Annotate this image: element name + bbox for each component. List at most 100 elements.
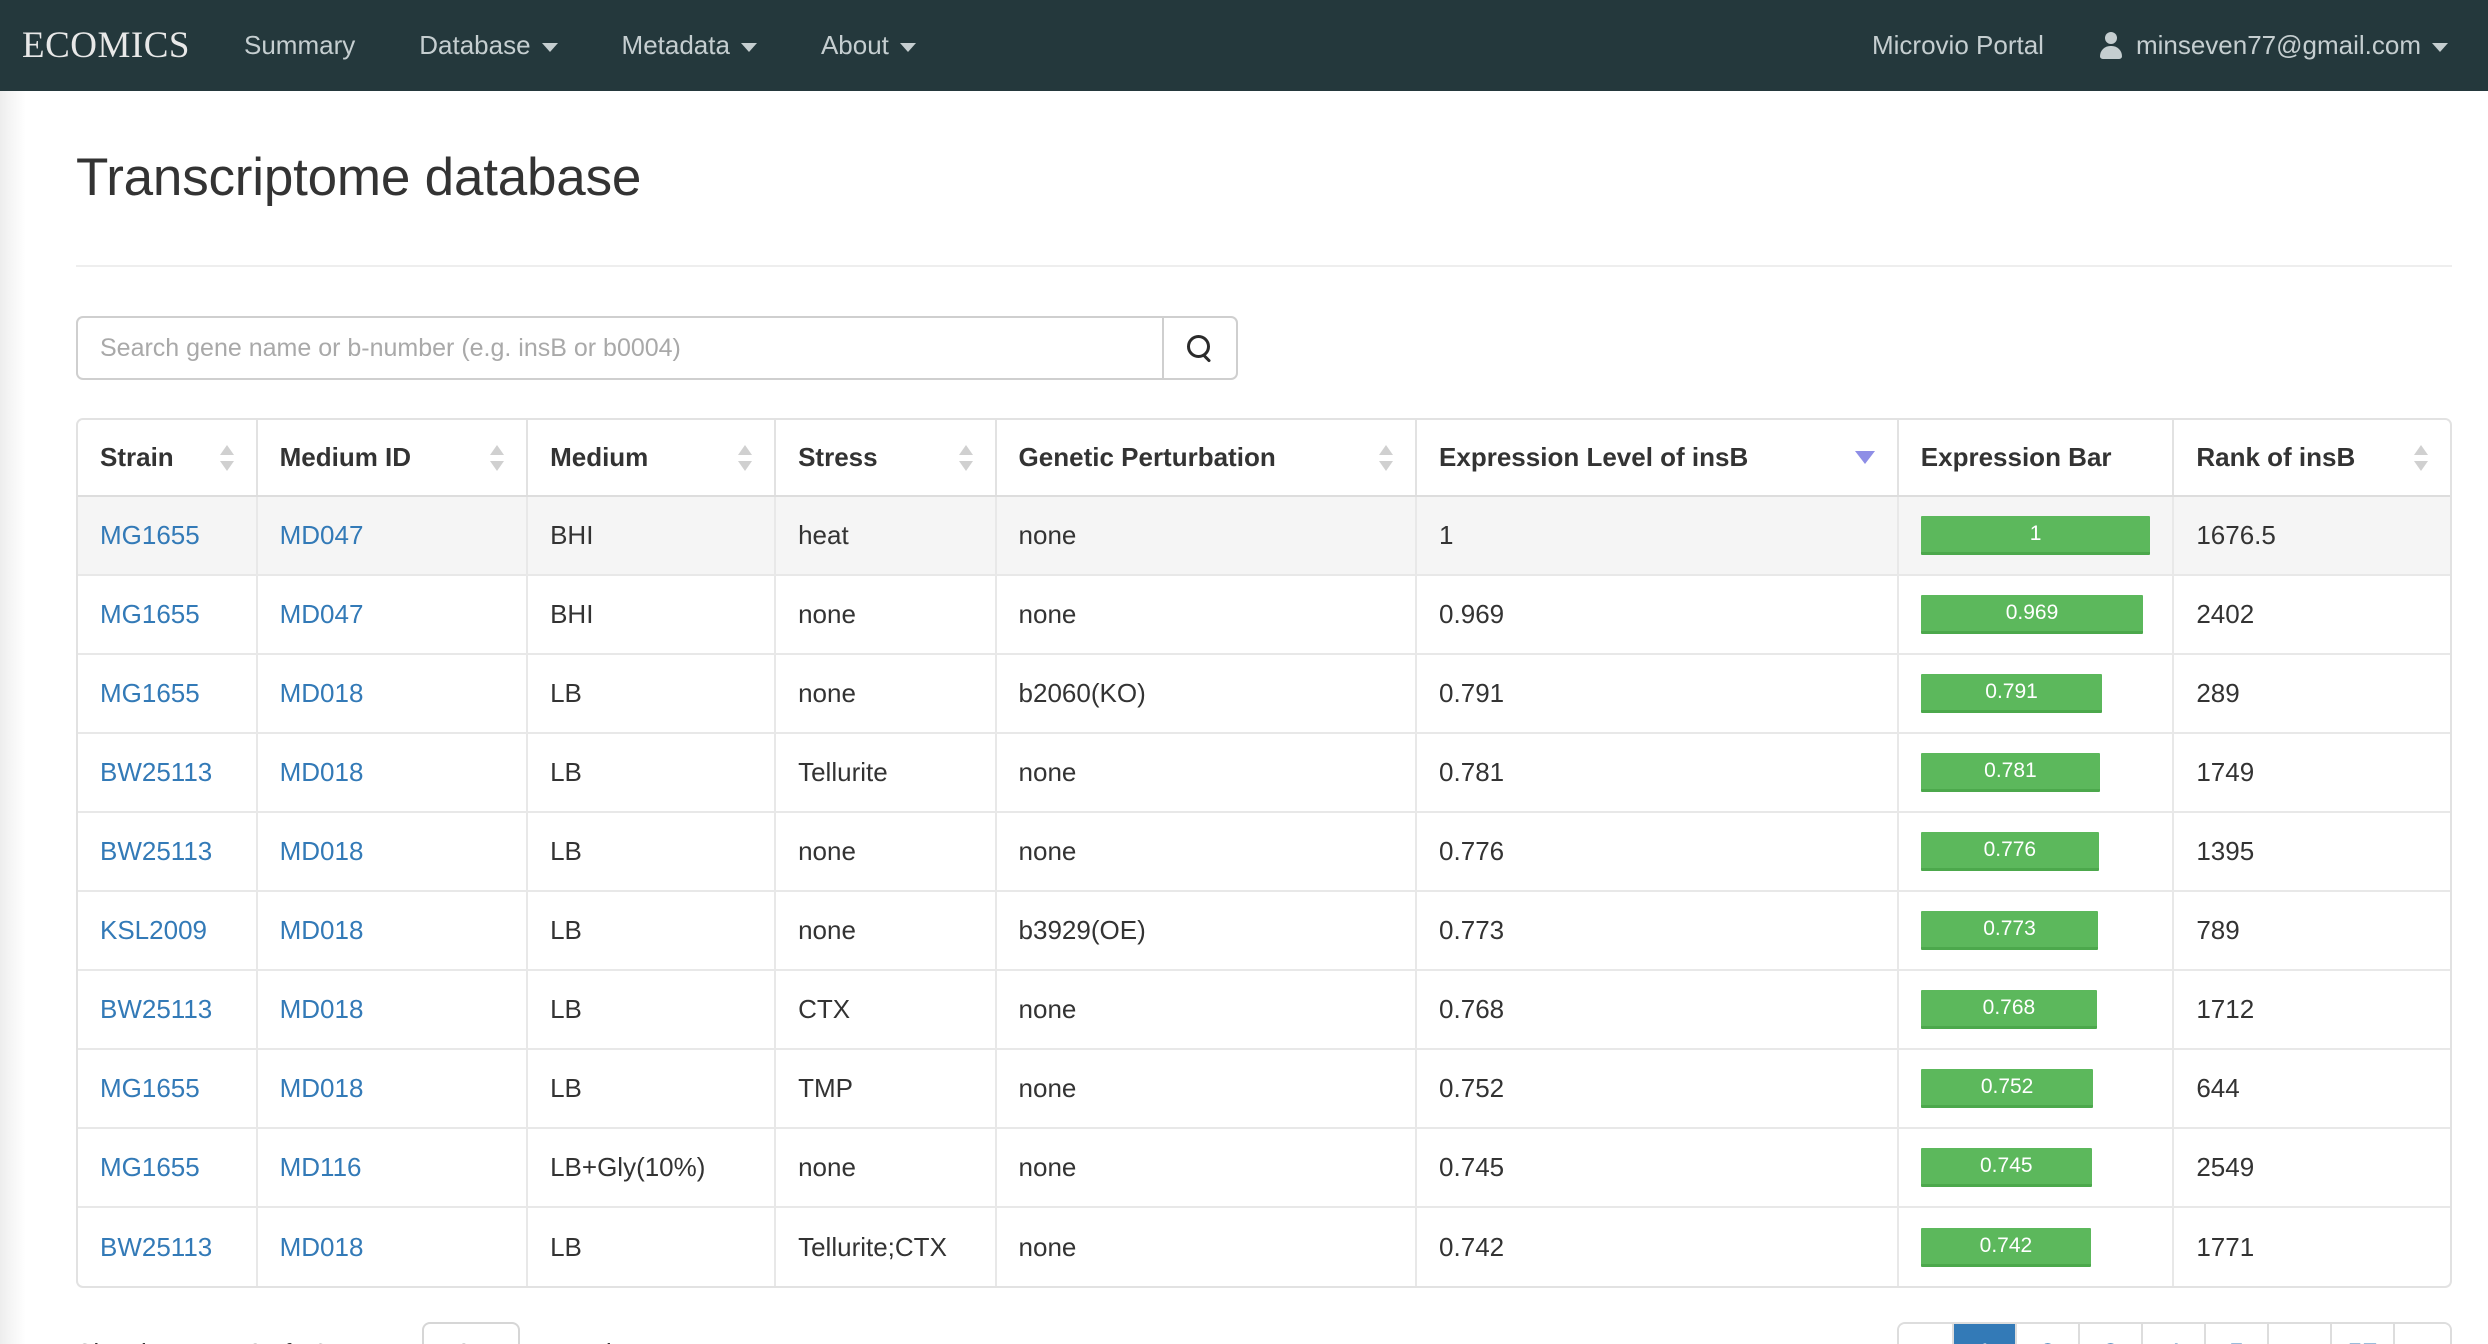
nav-item-microvio-portal[interactable]: Microvio Portal (1844, 0, 2072, 91)
cell-genetic-perturbation-value: b2060(KO) (1018, 678, 1146, 708)
cell-medium-id-value[interactable]: MD018 (280, 915, 364, 945)
table-row: MG1655 MD116 LB+Gly(10%) none none 0.745 0.745… (78, 1128, 2450, 1208)
cell-stress-value: none (798, 836, 856, 866)
brand-logo[interactable]: ECOMICS (22, 0, 212, 91)
cell-strain[interactable]: MG1655 (78, 496, 258, 576)
user-menu[interactable]: minseven77@gmail.com (2072, 30, 2460, 61)
cell-strain-value[interactable]: BW25113 (100, 757, 212, 787)
nav-item-database[interactable]: Database (387, 0, 589, 91)
cell-strain[interactable]: MG1655 (78, 575, 258, 655)
pagination-next-button[interactable]: › (2395, 1324, 2450, 1344)
cell-medium-id[interactable]: MD116 (256, 1128, 529, 1208)
pagination-page-5[interactable]: 5 (2206, 1324, 2269, 1344)
column-header-medium-id[interactable]: Medium ID (256, 420, 529, 497)
cell-strain-value[interactable]: KSL2009 (100, 915, 207, 945)
cell-medium-id-value[interactable]: MD018 (280, 678, 364, 708)
search-button[interactable] (1162, 316, 1238, 380)
cell-strain[interactable]: KSL2009 (78, 891, 258, 971)
showing-rows-label: Showing 1 to 10 of 567 rows (76, 1338, 404, 1344)
cell-medium-id[interactable]: MD018 (256, 1207, 529, 1286)
nav-item-summary[interactable]: Summary (212, 0, 387, 91)
cell-stress: CTX (775, 970, 997, 1050)
cell-genetic-perturbation-value: none (1018, 1231, 1077, 1262)
cell-genetic-perturbation: none (995, 812, 1418, 892)
column-header-genetic-perturbation[interactable]: Genetic Perturbation (995, 420, 1418, 497)
cell-rank: 1749 (2173, 733, 2450, 813)
cell-medium-id-value[interactable]: MD018 (280, 757, 364, 787)
cell-expression-bar: 0.752 (1897, 1049, 2175, 1129)
cell-expression-level-value: 0.781 (1439, 757, 1505, 787)
pagination-prev-button[interactable]: ‹ (1899, 1324, 1954, 1344)
cell-medium-value: BHI (550, 599, 594, 629)
cell-genetic-perturbation: none (995, 1049, 1418, 1129)
transcriptome-table: Strain Medium ID Medium Stress Genetic Pertu… (78, 420, 2450, 1286)
cell-medium-id-value[interactable]: MD047 (280, 520, 364, 550)
nav-item-about[interactable]: About (789, 0, 948, 91)
cell-strain[interactable]: BW25113 (78, 812, 258, 892)
cell-genetic-perturbation: b3929(OE) (995, 891, 1418, 971)
cell-medium-id[interactable]: MD018 (256, 733, 529, 813)
cell-medium-id[interactable]: MD018 (256, 970, 529, 1050)
column-header-medium[interactable]: Medium (527, 420, 777, 497)
cell-medium-id[interactable]: MD018 (256, 654, 529, 734)
column-header-stress[interactable]: Stress (775, 420, 997, 497)
cell-strain-value[interactable]: MG1655 (100, 599, 200, 629)
nav-item-metadata[interactable]: Metadata (590, 0, 789, 91)
cell-rank-value: 789 (2196, 915, 2240, 945)
cell-medium-id-value[interactable]: MD018 (280, 994, 364, 1024)
table-head: Strain Medium ID Medium Stress Genetic Pertu… (78, 420, 2450, 497)
cell-medium-id[interactable]: MD047 (256, 496, 529, 576)
cell-strain[interactable]: BW25113 (78, 1207, 258, 1286)
cell-strain-value[interactable]: MG1655 (100, 520, 200, 550)
cell-expression-bar: 0.776 (1897, 812, 2175, 892)
column-header-label: Expression Bar (1920, 442, 2112, 472)
cell-strain-value[interactable]: BW25113 (100, 1232, 212, 1262)
cell-medium-id[interactable]: MD047 (256, 575, 529, 655)
cell-medium-id-value[interactable]: MD116 (280, 1152, 362, 1182)
cell-strain[interactable]: MG1655 (78, 1128, 258, 1208)
cell-medium-id-value[interactable]: MD018 (280, 836, 364, 866)
column-header-expression-level-of-insb[interactable]: Expression Level of insB (1416, 420, 1899, 497)
cell-medium-value: LB (550, 994, 582, 1024)
cell-strain[interactable]: MG1655 (78, 654, 258, 734)
search-input[interactable] (76, 316, 1162, 380)
cell-rank: 1676.5 (2173, 496, 2450, 576)
cell-medium-id-value[interactable]: MD018 (280, 1232, 364, 1262)
cell-strain-value[interactable]: MG1655 (100, 678, 200, 708)
cell-strain-value[interactable]: BW25113 (100, 836, 212, 866)
cell-medium-id-value[interactable]: MD018 (280, 1073, 364, 1103)
cell-expression-level: 0.969 (1416, 575, 1899, 655)
cell-rank: 1395 (2173, 812, 2450, 892)
cell-strain[interactable]: BW25113 (78, 733, 258, 813)
pagination-page-2[interactable]: 2 (2017, 1324, 2080, 1344)
cell-medium: LB (527, 812, 777, 892)
cell-expression-level: 0.768 (1416, 970, 1899, 1050)
cell-expression-level: 0.745 (1416, 1128, 1899, 1208)
cell-medium-id[interactable]: MD018 (256, 891, 529, 971)
column-header-rank-of-insb[interactable]: Rank of insB (2173, 420, 2450, 497)
cell-strain[interactable]: MG1655 (78, 1049, 258, 1129)
pagination-page-57[interactable]: 57 (2332, 1324, 2395, 1344)
pagination-page-4[interactable]: 4 (2143, 1324, 2206, 1344)
cell-expression-level-value: 0.776 (1439, 836, 1505, 866)
cell-strain-value[interactable]: MG1655 (100, 1152, 200, 1182)
expression-bar: 0.791 (1920, 674, 2103, 713)
cell-strain-value[interactable]: BW25113 (100, 994, 212, 1024)
cell-medium-id-value[interactable]: MD047 (280, 599, 364, 629)
pagination-page-3[interactable]: 3 (2080, 1324, 2143, 1344)
pagination-page-1[interactable]: 1 (1954, 1324, 2017, 1344)
column-header-strain[interactable]: Strain (78, 420, 258, 497)
cell-genetic-perturbation-value: none (1018, 1152, 1077, 1182)
search-icon (1187, 335, 1213, 361)
page-size-dropdown[interactable]: 10 (422, 1322, 521, 1344)
cell-expression-level-value: 0.745 (1439, 1152, 1505, 1182)
nav-item-label: About (820, 30, 889, 60)
cell-medium-value: LB (550, 915, 582, 945)
records-per-page-label: records per page (538, 1338, 735, 1344)
cell-strain-value[interactable]: MG1655 (100, 1073, 200, 1103)
expression-bar: 0.768 (1920, 990, 2098, 1029)
cell-stress-value: CTX (798, 994, 851, 1024)
cell-medium-id[interactable]: MD018 (256, 812, 529, 892)
cell-strain[interactable]: BW25113 (78, 970, 258, 1050)
cell-medium-id[interactable]: MD018 (256, 1049, 529, 1129)
